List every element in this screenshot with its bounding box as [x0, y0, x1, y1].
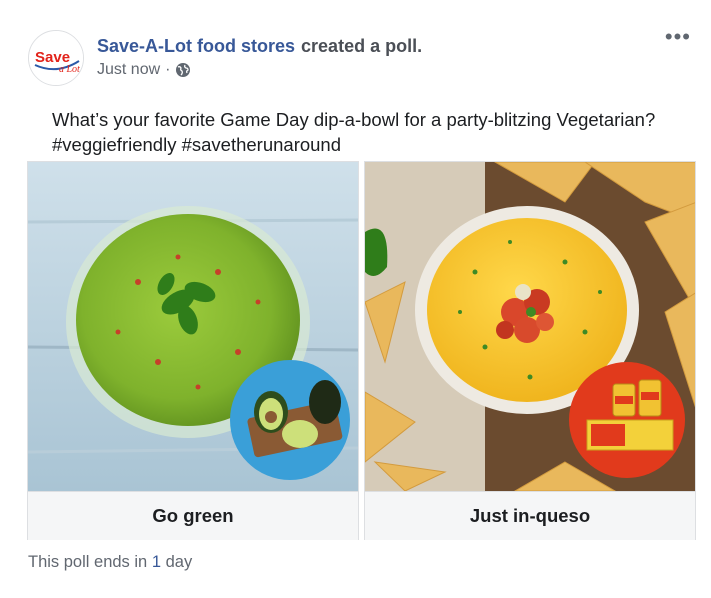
globe-icon[interactable] — [175, 62, 191, 78]
post-action-text: created a poll. — [301, 36, 423, 56]
guacamole-image — [28, 162, 358, 491]
poll-end-notice: This poll ends in 1 day — [28, 553, 193, 571]
poll-days-remaining: 1 — [151, 553, 162, 571]
logo-subtext: a Lot — [59, 64, 80, 75]
post-header-title: Save-A-Lot food stores created a poll. — [97, 36, 422, 57]
page-avatar[interactable]: Save a Lot — [28, 30, 84, 86]
poll-option-label[interactable]: Just in-queso — [365, 491, 695, 540]
meta-separator: · — [165, 61, 171, 78]
post-message: What’s your favorite Game Day dip-a-bowl… — [52, 109, 656, 155]
post-timestamp[interactable]: Just now — [97, 61, 160, 79]
poll-option-label[interactable]: Go green — [28, 491, 358, 540]
poll-post: Save a Lot Save-A-Lot food stores created… — [0, 0, 711, 598]
save-a-lot-logo: Save a Lot — [29, 31, 83, 85]
more-options-icon[interactable]: ••• — [665, 26, 691, 48]
author-name-link[interactable]: Save-A-Lot food stores — [97, 36, 295, 56]
post-meta: Just now · — [97, 61, 191, 79]
queso-image — [365, 162, 695, 491]
poll-option-just-in-queso[interactable]: Just in-queso — [364, 161, 696, 540]
poll-option-go-green[interactable]: Go green — [27, 161, 359, 540]
